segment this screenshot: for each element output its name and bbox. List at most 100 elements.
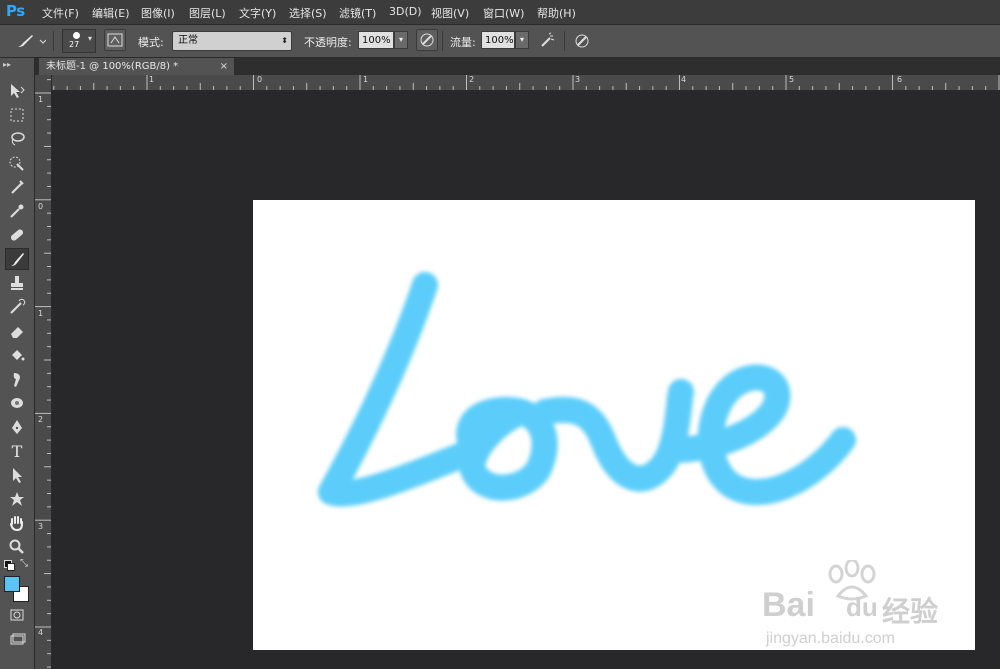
clone-stamp-tool[interactable] xyxy=(5,272,29,294)
horizontal-ruler-ticks xyxy=(53,75,1000,90)
paint-bucket-tool[interactable] xyxy=(5,344,29,366)
menu-3d[interactable]: 3D(D) xyxy=(389,5,422,18)
menu-select[interactable]: 选择(S) xyxy=(289,5,327,21)
pen-tool[interactable] xyxy=(5,416,29,438)
blend-mode-value: 正常 xyxy=(178,35,198,46)
pressure-pen-icon xyxy=(420,33,434,47)
toolbox: ▸▸ T ⤡ xyxy=(0,58,35,669)
pressure-size-toggle[interactable] xyxy=(572,31,592,51)
tool-preset-picker[interactable] xyxy=(14,32,47,50)
watermark-cn: 经验 xyxy=(882,595,939,628)
swap-colors-icon[interactable]: ⤡ xyxy=(20,558,28,569)
shape-icon xyxy=(10,492,24,506)
opacity-slider-toggle[interactable]: ▾ xyxy=(394,31,408,49)
horizontal-ruler[interactable]: 1 0 1 2 3 4 5 6 xyxy=(52,75,1000,91)
menu-help[interactable]: 帮助(H) xyxy=(537,5,576,21)
menu-layer[interactable]: 图层(L) xyxy=(189,5,226,21)
blend-mode-select[interactable]: 正常 ⬍ xyxy=(172,31,292,51)
ruler-h-label: 1 xyxy=(149,75,155,84)
menu-window[interactable]: 窗口(W) xyxy=(483,5,524,21)
menu-view[interactable]: 视图(V) xyxy=(431,5,469,21)
close-icon[interactable]: × xyxy=(220,58,228,75)
zoom-icon xyxy=(9,539,24,554)
hand-icon xyxy=(10,516,23,532)
brush-panel-icon xyxy=(107,33,123,47)
quick-select-icon xyxy=(9,156,24,171)
document-tab[interactable]: 未标题-1 @ 100%(RGB/8) * × xyxy=(39,58,234,75)
brush-panel-toggle[interactable] xyxy=(104,29,126,51)
ruler-v-label: 1 xyxy=(38,95,44,104)
ruler-v-label: 0 xyxy=(38,202,44,211)
lasso-icon xyxy=(11,132,25,146)
pen-icon xyxy=(12,420,22,434)
ruler-h-label: 4 xyxy=(681,75,687,84)
baidu-jingyan-watermark: Bai du 经验 jingyan.baidu.com xyxy=(762,560,992,650)
smudge-tool[interactable] xyxy=(5,368,29,390)
quick-mask-icon xyxy=(10,609,24,621)
menu-file[interactable]: 文件(F) xyxy=(42,5,79,21)
screen-mode-icon xyxy=(10,633,26,645)
ruler-v-label: 4 xyxy=(38,628,44,637)
eyedropper-icon xyxy=(10,204,24,218)
document-tab-title: 未标题-1 @ 100%(RGB/8) * xyxy=(46,61,179,72)
quick-selection-tool[interactable] xyxy=(5,152,29,174)
watermark-url: jingyan.baidu.com xyxy=(766,630,895,647)
flow-slider-toggle[interactable]: ▾ xyxy=(515,31,529,49)
smudge-icon xyxy=(13,373,20,387)
menu-type[interactable]: 文字(Y) xyxy=(239,5,276,21)
eraser-tool[interactable] xyxy=(5,320,29,342)
eraser-icon xyxy=(11,327,23,338)
menu-image[interactable]: 图像(I) xyxy=(141,5,175,21)
ruler-v-label: 3 xyxy=(38,522,44,531)
dodge-tool[interactable] xyxy=(5,392,29,414)
path-selection-tool[interactable] xyxy=(5,464,29,486)
ruler-h-label: 0 xyxy=(257,75,263,84)
menu-filter[interactable]: 滤镜(T) xyxy=(339,5,376,21)
brush-tip-icon xyxy=(73,32,80,39)
quick-mask-button[interactable] xyxy=(5,604,29,626)
vertical-ruler[interactable]: 1 0 1 2 3 4 xyxy=(35,75,52,669)
menu-bar: Ps 文件(F) 编辑(E) 图像(I) 图层(L) 文字(Y) 选择(S) 滤… xyxy=(0,0,1000,25)
hand-tool[interactable] xyxy=(5,512,29,534)
lasso-tool[interactable] xyxy=(5,128,29,150)
updown-icon: ⬍ xyxy=(281,36,288,45)
crop-tool[interactable] xyxy=(5,176,29,198)
toolbox-collapse-icon[interactable]: ▸▸ xyxy=(3,60,11,69)
move-tool[interactable] xyxy=(5,80,29,102)
marquee-tool[interactable] xyxy=(5,104,29,126)
history-brush-icon xyxy=(10,298,26,314)
mode-label: 模式: xyxy=(138,36,164,49)
photoshop-logo: Ps xyxy=(6,2,25,20)
flow-field[interactable]: 100% xyxy=(481,31,515,49)
vertical-ruler-ticks xyxy=(35,79,51,668)
ruler-v-label: 1 xyxy=(38,309,44,318)
opacity-label: 不透明度: xyxy=(304,36,352,49)
pressure-opacity-toggle[interactable] xyxy=(416,29,438,51)
airbrush-icon xyxy=(541,32,555,47)
ruler-h-label: 1 xyxy=(363,75,369,84)
crop-icon xyxy=(11,180,24,194)
brush-tool[interactable] xyxy=(5,248,29,270)
default-colors-button[interactable] xyxy=(4,560,15,571)
ruler-h-label: 5 xyxy=(789,75,795,84)
eyedropper-tool[interactable] xyxy=(5,200,29,222)
brush-icon xyxy=(11,253,24,266)
foreground-color-swatch[interactable] xyxy=(4,576,20,592)
watermark-brand: Bai xyxy=(762,586,815,624)
type-icon: T xyxy=(11,441,23,461)
ruler-h-label: 2 xyxy=(469,75,475,84)
screen-mode-button[interactable] xyxy=(5,628,29,650)
options-bar: 27 ▾ 模式: 正常 ⬍ 不透明度: 100% ▾ 流量: 100% ▾ xyxy=(0,25,1000,58)
healing-brush-tool[interactable] xyxy=(5,224,29,246)
bandage-icon xyxy=(10,229,24,241)
history-brush-tool[interactable] xyxy=(5,296,29,318)
type-tool[interactable]: T xyxy=(5,440,29,462)
airbrush-toggle[interactable] xyxy=(538,31,558,51)
opacity-field[interactable]: 100% xyxy=(358,31,394,49)
zoom-tool[interactable] xyxy=(5,536,29,558)
ruler-v-label: 2 xyxy=(38,415,44,424)
custom-shape-tool[interactable] xyxy=(5,488,29,510)
menu-edit[interactable]: 编辑(E) xyxy=(92,5,130,21)
chevron-down-icon[interactable]: ▾ xyxy=(88,34,92,43)
ruler-h-label: 6 xyxy=(897,75,903,84)
